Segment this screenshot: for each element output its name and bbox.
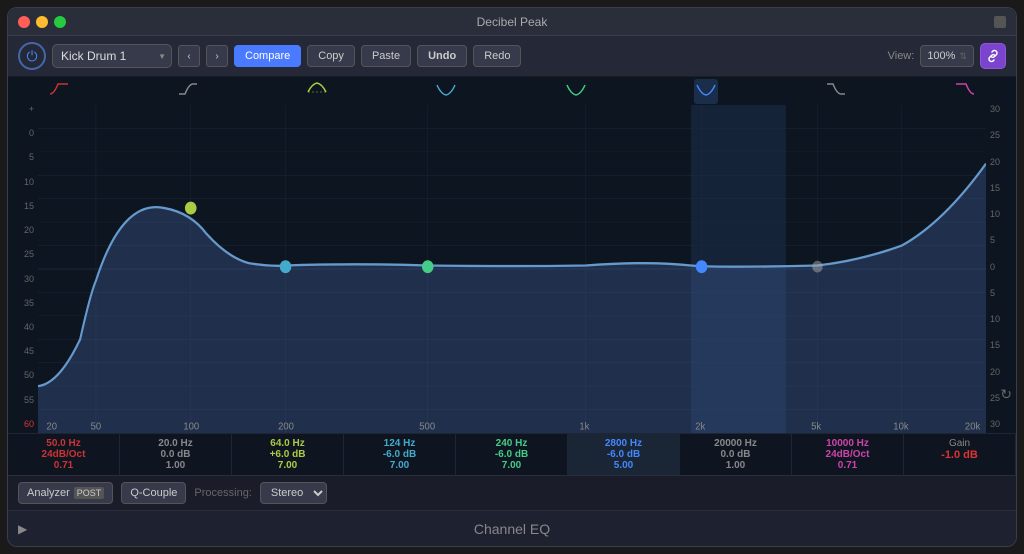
qcouple-button[interactable]: Q-Couple bbox=[121, 482, 186, 504]
band8-gain: 24dB/Oct bbox=[826, 449, 870, 460]
window-controls bbox=[18, 16, 66, 28]
band6-button[interactable] bbox=[694, 79, 718, 104]
band6-q: 5.00 bbox=[614, 460, 633, 471]
svg-text:20: 20 bbox=[46, 421, 57, 433]
db-scale-right: 30 25 20 15 10 5 0 5 10 15 20 25 30 ↻ bbox=[986, 77, 1016, 433]
svg-text:10k: 10k bbox=[893, 421, 909, 433]
preset-select[interactable]: Kick Drum 1 bbox=[52, 44, 172, 68]
band1-freq: 50.0 Hz bbox=[46, 438, 80, 449]
band3-button[interactable] bbox=[306, 80, 328, 103]
view-percent[interactable]: 100% ⇅ bbox=[920, 45, 974, 67]
band7-params: 20000 Hz 0.0 dB 1.00 bbox=[680, 434, 792, 475]
post-badge: POST bbox=[74, 487, 105, 499]
refresh-icon[interactable]: ↻ bbox=[1000, 386, 1012, 403]
band2-q: 1.00 bbox=[166, 460, 185, 471]
band1-params: 50.0 Hz 24dB/Oct 0.71 bbox=[8, 434, 120, 475]
band8-params: 10000 Hz 24dB/Oct 0.71 bbox=[792, 434, 903, 475]
band5-q: 7.00 bbox=[502, 460, 521, 471]
power-button[interactable]: ⏻ bbox=[18, 42, 46, 70]
band2-button[interactable] bbox=[177, 80, 199, 103]
analyzer-button[interactable]: Analyzer POST bbox=[18, 482, 113, 504]
band6-params: 2800 Hz -6.0 dB 5.00 bbox=[568, 434, 680, 475]
band2-freq: 20.0 Hz bbox=[158, 438, 192, 449]
eq-svg: 20 50 100 200 500 1k 2k 5k 10k 20k bbox=[38, 105, 986, 433]
minimize-button[interactable] bbox=[36, 16, 48, 28]
band8-freq: 10000 Hz bbox=[826, 438, 869, 449]
band-buttons-row bbox=[38, 77, 986, 105]
maximize-button[interactable] bbox=[54, 16, 66, 28]
band4-gain: -6.0 dB bbox=[383, 449, 416, 460]
gain-label: Gain bbox=[949, 438, 970, 449]
undo-button[interactable]: Undo bbox=[417, 45, 467, 67]
eq-display[interactable]: 20 50 100 200 500 1k 2k 5k 10k 20k bbox=[38, 77, 986, 433]
svg-text:5k: 5k bbox=[811, 421, 822, 433]
preset-wrapper: Kick Drum 1 bbox=[52, 44, 172, 68]
play-button[interactable]: ▶ bbox=[18, 522, 27, 536]
band5-button[interactable] bbox=[565, 80, 587, 103]
band7-gain: 0.0 dB bbox=[720, 449, 750, 460]
close-button[interactable] bbox=[18, 16, 30, 28]
band4-params: 124 Hz -6.0 dB 7.00 bbox=[344, 434, 456, 475]
band3-params: 64.0 Hz +6.0 dB 7.00 bbox=[232, 434, 344, 475]
svg-text:500: 500 bbox=[419, 421, 435, 433]
link-button[interactable] bbox=[980, 43, 1006, 69]
processing-label: Processing: bbox=[194, 487, 251, 499]
gain-value: -1.0 dB bbox=[941, 449, 978, 461]
band6-freq: 2800 Hz bbox=[605, 438, 642, 449]
processing-select[interactable]: Stereo bbox=[260, 482, 327, 504]
band7-button[interactable] bbox=[825, 80, 847, 103]
band7-freq: 20000 Hz bbox=[714, 438, 757, 449]
band2-gain: 0.0 dB bbox=[160, 449, 190, 460]
band4-button[interactable] bbox=[435, 80, 457, 103]
eq-container: + 0 5 10 15 20 25 30 35 40 45 50 55 60 bbox=[8, 77, 1016, 433]
band5-gain: -6.0 dB bbox=[495, 449, 528, 460]
copy-button[interactable]: Copy bbox=[307, 45, 355, 67]
eq-canvas[interactable]: 20 50 100 200 500 1k 2k 5k 10k 20k bbox=[38, 105, 986, 433]
svg-text:1k: 1k bbox=[579, 421, 590, 433]
link-icon bbox=[985, 48, 1001, 64]
nav-back-button[interactable]: ‹ bbox=[178, 45, 200, 67]
svg-text:20k: 20k bbox=[965, 421, 981, 433]
title-bar: Decibel Peak bbox=[8, 8, 1016, 36]
redo-button[interactable]: Redo bbox=[473, 45, 521, 67]
band4-freq: 124 Hz bbox=[384, 438, 416, 449]
band8-q: 0.71 bbox=[838, 460, 857, 471]
band5-freq: 240 Hz bbox=[496, 438, 528, 449]
band3-freq: 64.0 Hz bbox=[270, 438, 304, 449]
toolbar: ⏻ Kick Drum 1 ‹ › Compare Copy Paste Und… bbox=[8, 36, 1016, 77]
band3-gain: +6.0 dB bbox=[270, 449, 306, 460]
nav-forward-button[interactable]: › bbox=[206, 45, 228, 67]
compare-button[interactable]: Compare bbox=[234, 45, 301, 67]
window-resize-grip bbox=[994, 16, 1006, 28]
footer: ▶ Channel EQ bbox=[8, 510, 1016, 546]
view-label: View: bbox=[888, 50, 915, 62]
band4-q: 7.00 bbox=[390, 460, 409, 471]
band1-gain: 24dB/Oct bbox=[42, 449, 86, 460]
svg-text:50: 50 bbox=[91, 421, 102, 433]
band1-button[interactable] bbox=[48, 80, 70, 103]
band2-params: 20.0 Hz 0.0 dB 1.00 bbox=[120, 434, 232, 475]
band5-params: 240 Hz -6.0 dB 7.00 bbox=[456, 434, 568, 475]
db-scale-left: + 0 5 10 15 20 25 30 35 40 45 50 55 60 bbox=[8, 77, 38, 433]
band8-button[interactable] bbox=[954, 80, 976, 103]
svg-text:100: 100 bbox=[183, 421, 199, 433]
band6-gain: -6.0 dB bbox=[607, 449, 640, 460]
paste-button[interactable]: Paste bbox=[361, 45, 411, 67]
main-window: Decibel Peak ⏻ Kick Drum 1 ‹ › Compare C… bbox=[7, 7, 1017, 547]
band7-q: 1.00 bbox=[726, 460, 745, 471]
bottom-controls: Analyzer POST Q-Couple Processing: Stere… bbox=[8, 475, 1016, 510]
band-params-row: 50.0 Hz 24dB/Oct 0.71 20.0 Hz 0.0 dB 1.0… bbox=[8, 433, 1016, 475]
band3-q: 7.00 bbox=[278, 460, 297, 471]
svg-text:200: 200 bbox=[278, 421, 294, 433]
band1-q: 0.71 bbox=[54, 460, 73, 471]
svg-text:2k: 2k bbox=[695, 421, 706, 433]
gain-param: Gain -1.0 dB bbox=[903, 434, 1016, 475]
footer-title: Channel EQ bbox=[474, 521, 550, 537]
window-title: Decibel Peak bbox=[477, 15, 548, 29]
